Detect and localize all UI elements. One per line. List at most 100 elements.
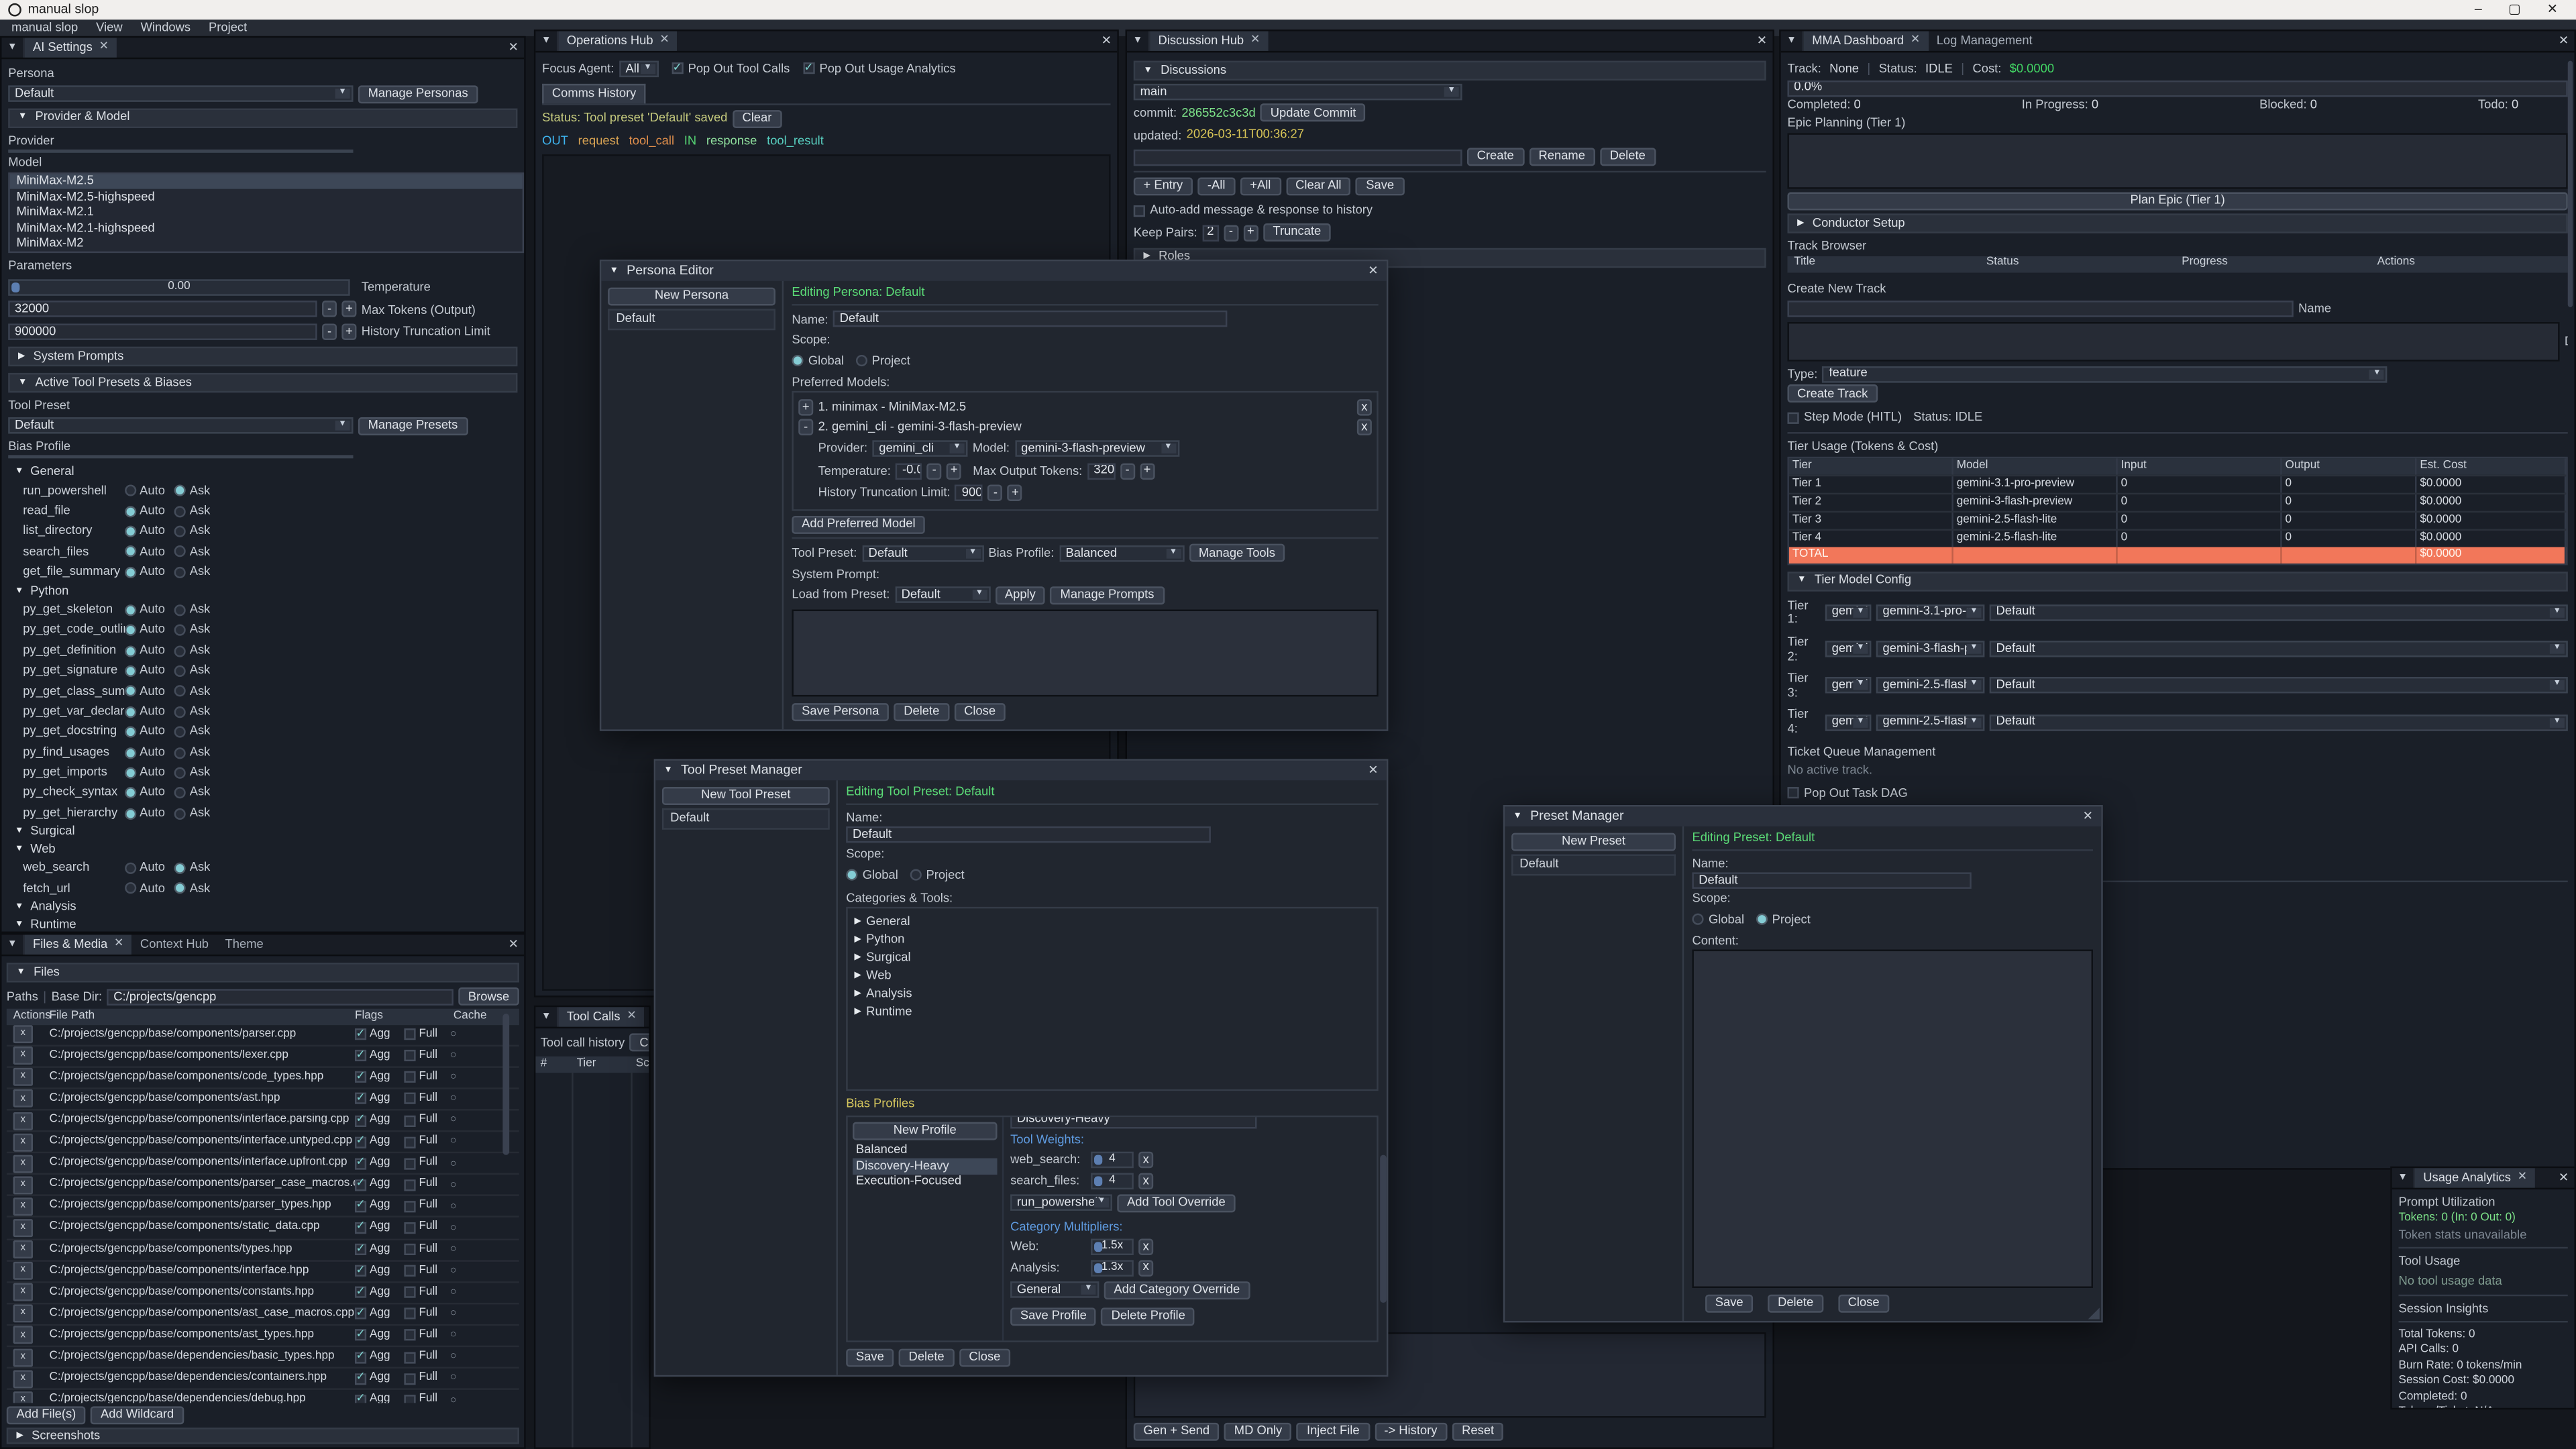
ask-radio[interactable] [175, 546, 186, 557]
ask-radio[interactable] [175, 567, 186, 578]
pop-out-task-dag-checkbox[interactable] [1787, 788, 1799, 799]
tab-usage-analytics[interactable]: Usage Analytics✕ [2415, 1168, 2535, 1187]
ask-radio[interactable] [175, 485, 186, 496]
tab-close-icon[interactable]: ✕ [99, 41, 109, 54]
ask-radio[interactable] [175, 706, 186, 717]
persona-select[interactable]: Default▼ [8, 86, 353, 102]
agg-checkbox[interactable]: ✓ [355, 1373, 366, 1385]
history-limit-input[interactable]: 900000 [8, 324, 317, 340]
remove-file-button[interactable]: x [13, 1133, 33, 1151]
tier-model-select[interactable]: gemini-3-flash-p▼ [1876, 641, 1985, 657]
agg-checkbox[interactable]: ✓ [355, 1115, 366, 1126]
move-up-button[interactable]: + [798, 399, 813, 415]
move-down-button[interactable]: - [798, 419, 813, 435]
full-checkbox[interactable] [404, 1330, 415, 1341]
close-dialog-button[interactable]: Close [954, 703, 1005, 721]
persona-name-input[interactable]: Default [833, 311, 1228, 327]
ask-radio[interactable] [175, 506, 186, 517]
manage-personas-button[interactable]: Manage Personas [358, 85, 478, 103]
menu-item-windows[interactable]: Windows [141, 21, 191, 35]
tab-log-management[interactable]: Log Management [1928, 32, 2040, 51]
section-screenshots[interactable]: ▶Screenshots [7, 1428, 519, 1444]
composer-button--history[interactable]: -> History [1375, 1423, 1447, 1441]
decrement-button[interactable]: - [322, 324, 337, 340]
remove-file-button[interactable]: x [13, 1176, 33, 1194]
full-checkbox[interactable] [404, 1351, 415, 1362]
delete-tool-preset-button[interactable]: Delete [899, 1349, 955, 1367]
menu-item-manual-slop[interactable]: manual slop [11, 21, 78, 35]
increment-button[interactable]: + [341, 324, 356, 340]
tab-context-hub[interactable]: Context Hub [132, 934, 217, 954]
clear-status-button[interactable]: Clear [733, 109, 782, 127]
panel-menu-icon[interactable]: ▼ [1127, 32, 1150, 51]
category-node[interactable]: ▶Surgical [854, 951, 1370, 966]
tool-category[interactable]: ▼Analysis [8, 899, 517, 916]
ask-radio[interactable] [175, 604, 186, 616]
agg-checkbox[interactable]: ✓ [355, 1265, 366, 1277]
tool-preset-list-item[interactable]: Default [662, 808, 830, 830]
agg-checkbox[interactable]: ✓ [355, 1222, 366, 1234]
delete-persona-button[interactable]: Delete [894, 703, 950, 721]
section-discussions[interactable]: ▼Discussions [1134, 61, 1766, 80]
tab-ai-settings[interactable]: AI Settings✕ [25, 38, 117, 57]
panel-close-icon[interactable]: ✕ [502, 934, 524, 954]
remove-model-button[interactable]: x [1357, 419, 1372, 435]
files-scrollbar[interactable] [502, 1014, 509, 1155]
track-description-textarea[interactable] [1787, 321, 2559, 361]
weight-slider[interactable]: 4 [1091, 1173, 1134, 1189]
persona-bias-select[interactable]: Balanced▼ [1059, 545, 1184, 561]
create-track-button[interactable]: Create Track [1787, 385, 1878, 403]
scope-global-radio[interactable] [792, 355, 803, 366]
max-tokens-input[interactable]: 32000 [8, 301, 317, 317]
mma-scrollbar[interactable] [2568, 61, 2573, 307]
tier-model-select[interactable]: gemini-2.5-flash▼ [1876, 678, 1985, 694]
scope-global-radio[interactable] [1692, 914, 1703, 925]
tool-override-select[interactable]: run_powershell▼ [1010, 1195, 1112, 1211]
tab-theme[interactable]: Theme [217, 934, 272, 954]
keep-pairs-input[interactable]: 2 [1202, 225, 1218, 241]
tool-category[interactable]: ▼Runtime [8, 916, 517, 933]
ask-radio[interactable] [175, 863, 186, 874]
ask-radio[interactable] [175, 788, 186, 799]
truncate-button[interactable]: Truncate [1263, 224, 1331, 242]
remove-file-button[interactable]: x [13, 1283, 33, 1301]
panel-menu-icon[interactable]: ▼ [535, 1007, 558, 1026]
section-conductor-setup[interactable]: ▶Conductor Setup [1787, 213, 2567, 233]
model-option[interactable]: MiniMax-M2 [10, 236, 523, 252]
decrement-button[interactable]: - [1120, 463, 1135, 479]
tier-model-select[interactable]: gemini-3.1-pro-p▼ [1876, 604, 1985, 621]
panel-close-icon[interactable]: ✕ [1752, 32, 1773, 51]
auto-radio[interactable] [125, 604, 136, 616]
add-wildcard-button[interactable]: Add Wildcard [91, 1406, 184, 1424]
manage-prompts-button[interactable]: Manage Prompts [1051, 586, 1164, 604]
profile-name-input[interactable]: Discovery-Heavy [1010, 1117, 1256, 1128]
category-node[interactable]: ▶General [854, 915, 1370, 930]
tier-provider-select[interactable]: gemini▼ [1825, 641, 1872, 657]
tab-close-icon[interactable]: ✕ [1250, 34, 1260, 48]
ask-radio[interactable] [175, 645, 186, 656]
multiplier-slider[interactable]: 1.3x [1091, 1260, 1134, 1276]
save-preset-button[interactable]: Save [1705, 1295, 1753, 1313]
preset-content-textarea[interactable] [1692, 950, 2093, 1288]
discussion-select[interactable]: main▼ [1134, 84, 1462, 100]
bias-profile-option[interactable]: Balanced [853, 1143, 998, 1159]
panel-close-icon[interactable]: ✕ [2553, 1168, 2575, 1187]
remove-model-button[interactable]: x [1357, 399, 1372, 415]
tab-close-icon[interactable]: ✕ [114, 938, 123, 951]
tier-preset-select[interactable]: Default▼ [1990, 641, 2568, 657]
decrement-button[interactable]: - [988, 485, 1003, 501]
menu-item-project[interactable]: Project [209, 21, 247, 35]
auto-add-checkbox[interactable] [1134, 205, 1145, 216]
resize-grip[interactable] [2088, 1307, 2100, 1319]
agg-checkbox[interactable]: ✓ [355, 1093, 366, 1105]
section-tier-model-config[interactable]: ▼Tier Model Config [1787, 571, 2567, 590]
auto-radio[interactable] [125, 883, 136, 894]
delete-profile-button[interactable]: Delete Profile [1102, 1307, 1195, 1325]
full-checkbox[interactable] [404, 1115, 415, 1126]
model-option[interactable]: MiniMax-M2.1-highspeed [10, 221, 523, 236]
section-system-prompts[interactable]: ▶System Prompts [8, 346, 517, 366]
new-tool-preset-button[interactable]: New Tool Preset [662, 787, 830, 805]
tier-provider-select[interactable]: gemini▼ [1825, 714, 1872, 730]
pm-max-tokens-input[interactable]: 32000 [1087, 463, 1116, 479]
save-tool-preset-button[interactable]: Save [846, 1349, 894, 1367]
